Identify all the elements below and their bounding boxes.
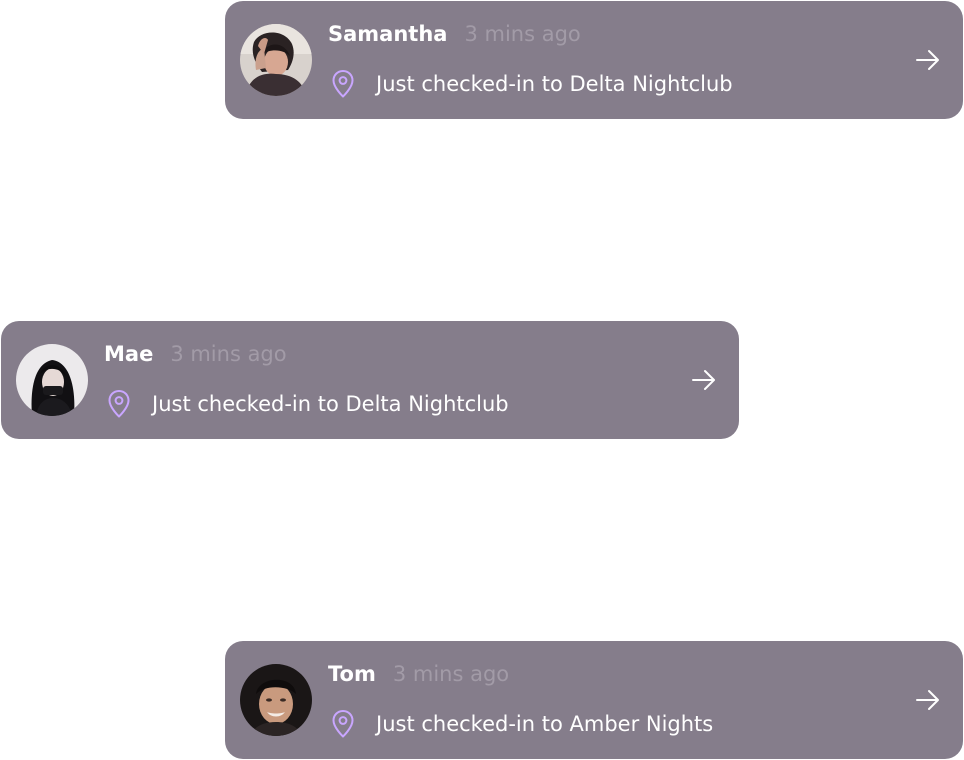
location-pin-icon [332,70,354,98]
name-row: Samantha 3 mins ago [328,22,581,52]
checkin-card[interactable]: Mae 3 mins ago Just checked-in to Delta … [1,321,739,439]
avatar [240,664,312,736]
checkin-card[interactable]: Samantha 3 mins ago Just checked-in to D… [225,1,963,119]
checkin-row: Just checked-in to Delta Nightclub [107,387,509,421]
user-name[interactable]: Samantha [328,22,447,46]
user-name[interactable]: Tom [328,662,376,686]
arrow-right-icon[interactable] [915,688,941,712]
checkin-card[interactable]: Tom 3 mins ago Just checked-in to Amber … [225,641,963,759]
timestamp: 3 mins ago [464,22,581,46]
checkin-row: Just checked-in to Amber Nights [331,707,713,741]
timestamp: 3 mins ago [170,342,287,366]
avatar-photo [240,24,312,96]
timestamp: 3 mins ago [392,662,510,686]
checkin-text: Just checked-in to Delta Nightclub [376,72,733,96]
arrow-right-icon[interactable] [691,368,717,392]
location-pin-icon [108,390,130,418]
name-row: Tom 3 mins ago [328,662,509,692]
location-pin-icon [332,710,354,738]
avatar-photo [16,344,88,416]
avatar-photo [240,664,312,736]
avatar [240,24,312,96]
checkin-row: Just checked-in to Delta Nightclub [331,67,733,101]
checkin-text: Just checked-in to Amber Nights [376,712,714,736]
checkin-text: Just checked-in to Delta Nightclub [152,392,509,416]
name-row: Mae 3 mins ago [104,342,287,372]
user-name[interactable]: Mae [104,342,153,366]
arrow-right-icon[interactable] [915,48,941,72]
avatar [16,344,88,416]
